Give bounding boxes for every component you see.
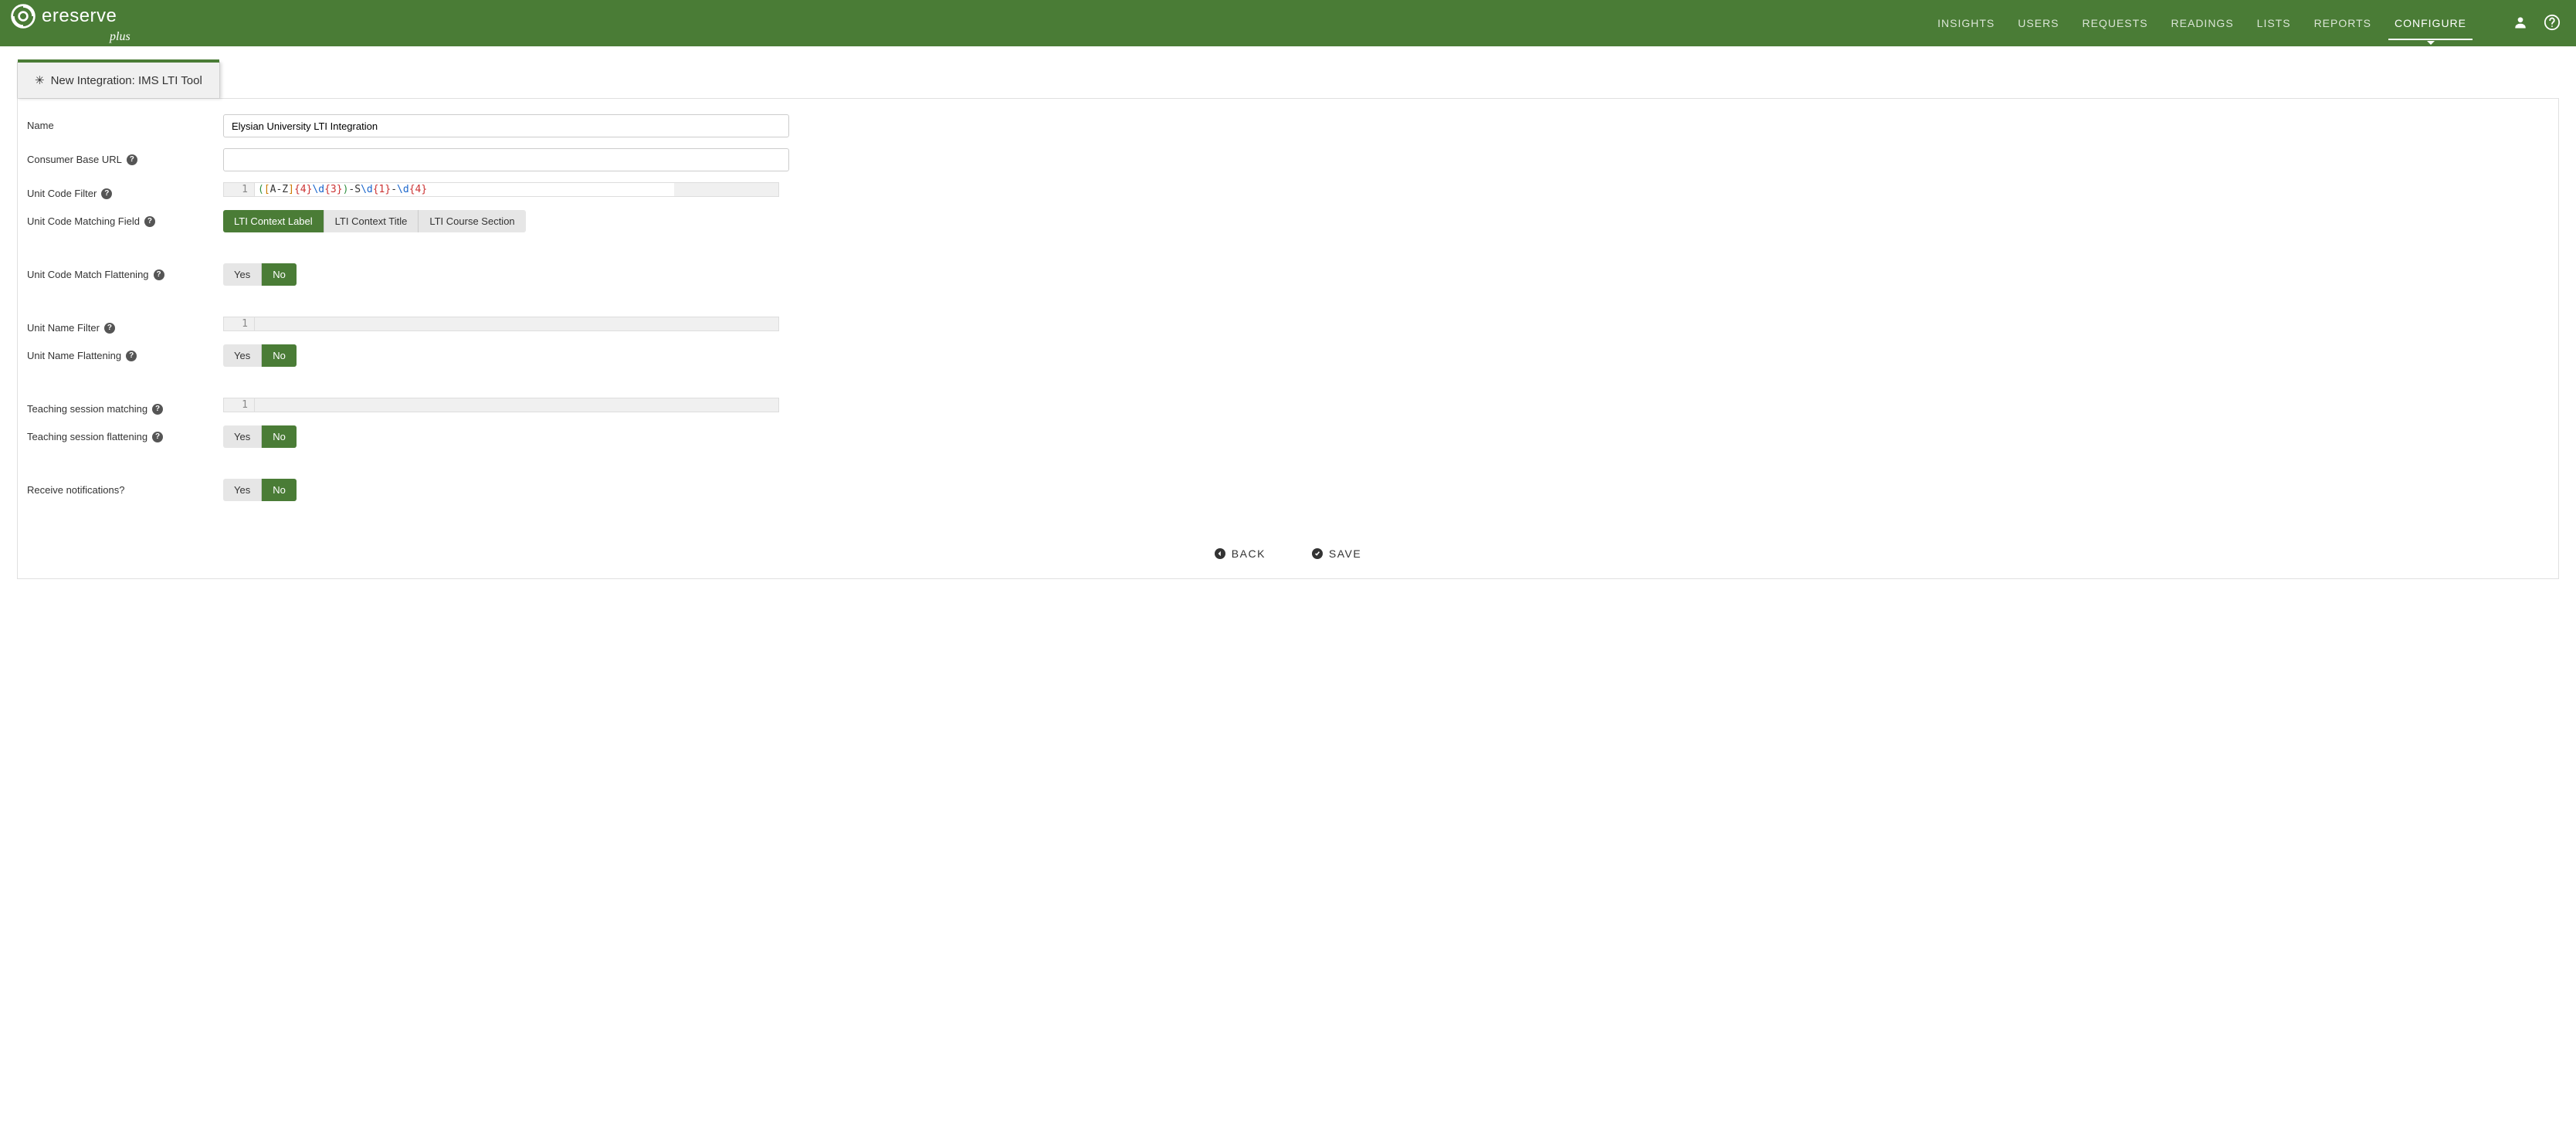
teaching-flattening-option-no[interactable]: No xyxy=(262,425,297,448)
label-unit-name-filter: Unit Name Filter xyxy=(27,322,100,334)
user-icon[interactable] xyxy=(2513,15,2528,32)
teaching-flattening-option-yes[interactable]: Yes xyxy=(223,425,262,448)
line-number: 1 xyxy=(224,317,255,330)
nav-lists[interactable]: LISTS xyxy=(2257,0,2291,46)
help-icon[interactable]: ? xyxy=(127,154,137,165)
unit-code-filter-value[interactable]: ([A-Z]{4}\d{3})-S\d{1}-\d{4} xyxy=(255,183,778,196)
chevron-down-icon xyxy=(2427,41,2435,45)
asterisk-icon: ✳ xyxy=(35,73,45,87)
arrow-left-icon xyxy=(1215,548,1225,559)
line-number: 1 xyxy=(224,398,255,412)
receive-notifications-group: YesNo xyxy=(223,479,297,501)
check-circle-icon xyxy=(1312,548,1323,559)
brand-logo[interactable]: ereserve plus xyxy=(9,2,130,44)
nav-insights[interactable]: INSIGHTS xyxy=(1937,0,1995,46)
teaching-session-flattening-group: YesNo xyxy=(223,425,297,448)
matching-field-option-lti-context-title[interactable]: LTI Context Title xyxy=(324,210,419,232)
back-label: Back xyxy=(1232,547,1266,560)
form-card: Name Consumer Base URL ? Unit Code Filte… xyxy=(17,98,2559,579)
help-icon[interactable]: ? xyxy=(154,269,164,280)
teaching-session-matching-editor[interactable]: 1 xyxy=(223,398,779,412)
name-flattening-option-yes[interactable]: Yes xyxy=(223,344,262,367)
help-icon[interactable]: ? xyxy=(126,351,137,361)
nav-users[interactable]: USERS xyxy=(2018,0,2059,46)
help-icon[interactable]: ? xyxy=(144,216,155,227)
label-unit-code-matching-field: Unit Code Matching Field xyxy=(27,215,140,227)
label-unit-code-match-flattening: Unit Code Match Flattening xyxy=(27,269,149,280)
back-button[interactable]: Back xyxy=(1215,547,1266,560)
label-teaching-session-matching: Teaching session matching xyxy=(27,403,147,415)
save-button[interactable]: Save xyxy=(1312,547,1361,560)
tab-new-integration[interactable]: ✳ New Integration: IMS LTI Tool xyxy=(17,62,220,98)
help-icon[interactable]: ? xyxy=(152,432,163,442)
match-flattening-option-no[interactable]: No xyxy=(262,263,297,286)
swirl-icon xyxy=(9,2,37,30)
unit-name-filter-value[interactable] xyxy=(255,317,778,330)
help-icon[interactable]: ? xyxy=(101,188,112,199)
nav-readings[interactable]: READINGS xyxy=(2171,0,2234,46)
page-body: ✳ New Integration: IMS LTI Tool Name Con… xyxy=(0,62,2576,610)
label-unit-code-filter: Unit Code Filter xyxy=(27,188,97,199)
nav-configure[interactable]: CONFIGURE xyxy=(2395,0,2466,46)
unit-code-matching-field-group: LTI Context LabelLTI Context TitleLTI Co… xyxy=(223,210,526,232)
label-name: Name xyxy=(27,120,54,131)
help-icon[interactable] xyxy=(2544,14,2561,33)
name-flattening-option-no[interactable]: No xyxy=(262,344,297,367)
matching-field-option-lti-course-section[interactable]: LTI Course Section xyxy=(419,210,525,232)
help-icon[interactable]: ? xyxy=(152,404,163,415)
label-receive-notifications: Receive notifications? xyxy=(27,484,124,496)
unit-code-match-flattening-group: YesNo xyxy=(223,263,297,286)
notifications-option-yes[interactable]: Yes xyxy=(223,479,262,501)
match-flattening-option-yes[interactable]: Yes xyxy=(223,263,262,286)
save-label: Save xyxy=(1329,547,1361,560)
consumer-base-url-input[interactable] xyxy=(223,148,789,171)
brand-name: ereserve xyxy=(42,5,117,27)
unit-name-filter-editor[interactable]: 1 xyxy=(223,317,779,331)
notifications-option-no[interactable]: No xyxy=(262,479,297,501)
line-number: 1 xyxy=(224,183,255,196)
name-input[interactable] xyxy=(223,114,789,137)
app-header: ereserve plus INSIGHTS USERS REQUESTS RE… xyxy=(0,0,2576,46)
label-unit-name-flattening: Unit Name Flattening xyxy=(27,350,121,361)
main-nav: INSIGHTS USERS REQUESTS READINGS LISTS R… xyxy=(1937,0,2561,46)
nav-reports[interactable]: REPORTS xyxy=(2314,0,2371,46)
unit-name-flattening-group: YesNo xyxy=(223,344,297,367)
matching-field-option-lti-context-label[interactable]: LTI Context Label xyxy=(223,210,324,232)
label-consumer-base-url: Consumer Base URL xyxy=(27,154,122,165)
brand-suffix: plus xyxy=(110,30,130,44)
unit-code-filter-editor[interactable]: 1 ([A-Z]{4}\d{3})-S\d{1}-\d{4} xyxy=(223,182,779,197)
nav-configure-label: CONFIGURE xyxy=(2395,17,2466,29)
tab-title: New Integration: IMS LTI Tool xyxy=(51,74,202,87)
label-teaching-session-flattening: Teaching session flattening xyxy=(27,431,147,442)
teaching-session-matching-value[interactable] xyxy=(255,398,778,412)
nav-requests[interactable]: REQUESTS xyxy=(2083,0,2148,46)
help-icon[interactable]: ? xyxy=(104,323,115,334)
